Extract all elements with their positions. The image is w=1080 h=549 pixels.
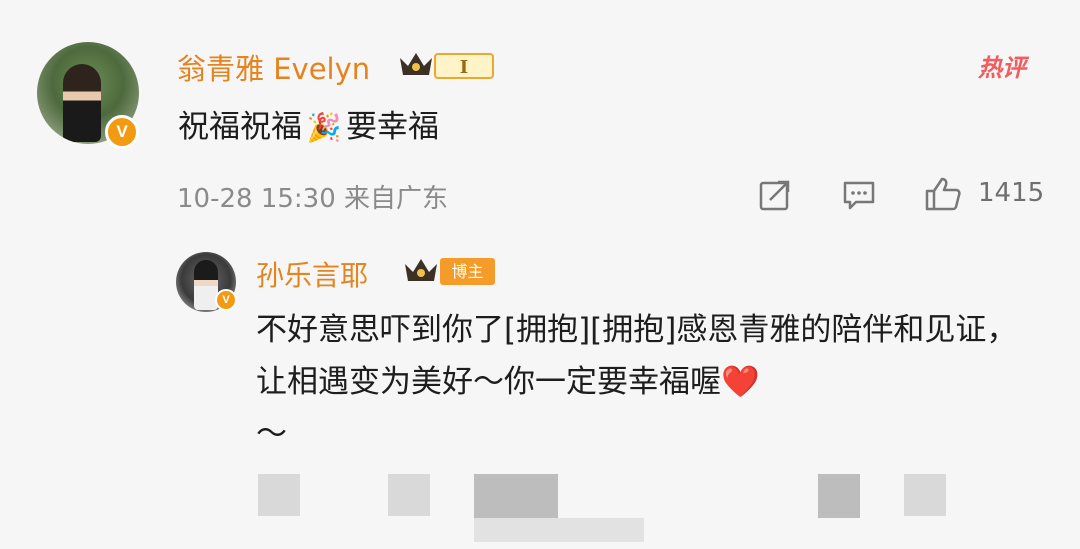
comment-location: 来自广东 — [344, 184, 449, 214]
comment-text: 祝福祝福 🎉 要幸福 — [178, 101, 439, 146]
comment-icon[interactable] — [842, 180, 876, 210]
reply-text-trailing: ～ — [256, 416, 287, 452]
comment-timestamp: 10-28 15:30 — [177, 184, 336, 214]
crown-icon — [400, 53, 432, 75]
comment-username[interactable]: 翁青雅 Evelyn — [177, 46, 370, 88]
party-popper-icon: 🎉 — [306, 111, 342, 144]
level-badge: I — [434, 53, 494, 79]
blogger-badge: 博主 — [440, 258, 495, 285]
blurred-content — [904, 474, 946, 516]
blurred-content — [258, 474, 300, 516]
share-icon[interactable] — [758, 178, 792, 212]
verified-badge-icon: V — [105, 115, 139, 149]
comment-meta: 10-28 15:30 来自广东 — [177, 178, 448, 215]
blurred-content — [474, 518, 644, 542]
blurred-content — [388, 474, 430, 516]
heart-icon: ❤️ — [721, 364, 760, 400]
avatar-photo — [63, 64, 101, 142]
comment-text-part: 要幸福 — [346, 109, 439, 145]
blurred-content — [818, 474, 860, 518]
hot-comment-badge: 热评 — [978, 54, 1026, 82]
reply-text: 不好意思吓到你了[拥抱][拥抱]感恩青雅的陪伴和见证，让相遇变为美好～你一定要幸… — [256, 304, 1036, 460]
verified-badge-icon: V — [215, 289, 237, 311]
like-count: 1415 — [978, 178, 1045, 208]
blurred-content — [474, 474, 558, 518]
reply-username[interactable]: 孙乐言耶 — [256, 254, 368, 294]
reply-text-body: 不好意思吓到你了[拥抱][拥抱]感恩青雅的陪伴和见证，让相遇变为美好～你一定要幸… — [256, 312, 1018, 400]
comment-page: V 翁青雅 Evelyn I 热评 祝福祝福 🎉 要幸福 10-28 15:30 来… — [0, 0, 1080, 549]
like-icon[interactable] — [924, 176, 962, 212]
crown-icon — [405, 259, 437, 281]
comment-text-part: 祝福祝福 — [178, 109, 302, 145]
